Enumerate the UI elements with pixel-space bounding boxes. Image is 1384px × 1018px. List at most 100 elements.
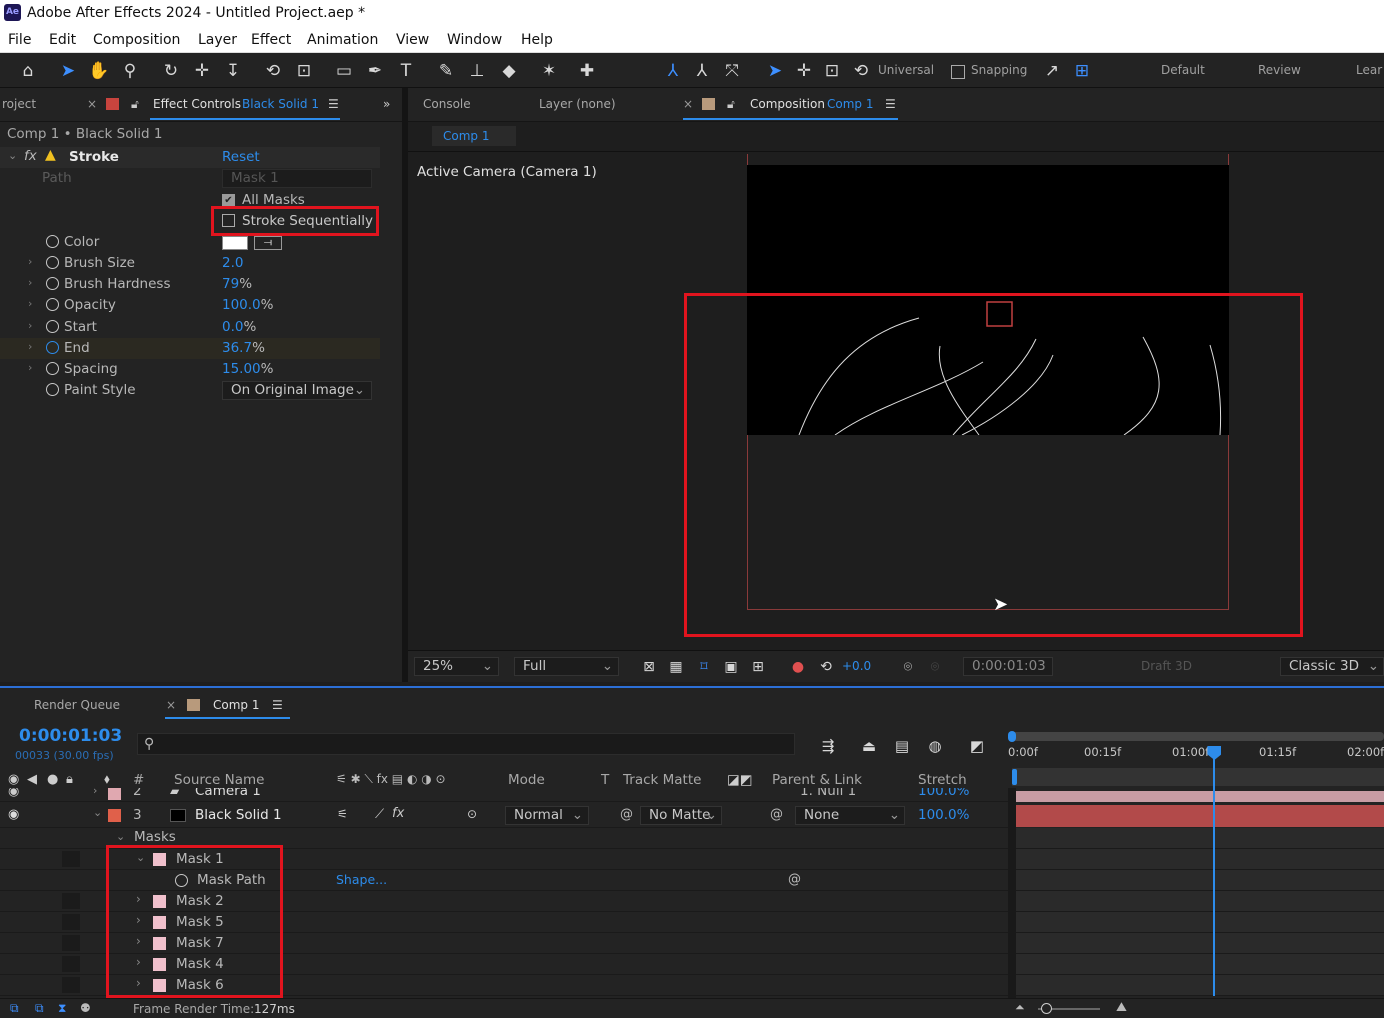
chevron-down-icon[interactable]: ⌄ xyxy=(8,149,17,162)
fx-icon[interactable]: fx xyxy=(24,148,37,164)
resolution-dropdown[interactable]: Full ⌄ xyxy=(514,657,619,676)
layer-stretch[interactable]: 100.0% xyxy=(918,788,969,799)
reset-exposure-icon[interactable]: ⟲ xyxy=(814,655,838,679)
show-snapshot-icon[interactable]: ⌾ xyxy=(923,655,947,679)
prop-value[interactable]: 0.0% xyxy=(222,319,256,335)
clone-stamp-icon[interactable]: ⊥ xyxy=(465,59,489,83)
tab-project[interactable]: roject xyxy=(2,97,36,111)
world-axis-icon[interactable]: ⅄ xyxy=(690,59,714,83)
chevron-right-icon[interactable]: › xyxy=(28,319,32,332)
workspace-review[interactable]: Review xyxy=(1258,63,1301,77)
snap-grid-icon[interactable]: ⊞ xyxy=(1070,59,1094,83)
type-tool-icon[interactable]: T xyxy=(394,59,418,83)
3d-move-icon[interactable]: ✛ xyxy=(792,59,816,83)
chevron-right-icon[interactable]: › xyxy=(28,361,32,374)
reset-link[interactable]: Reset xyxy=(222,149,260,165)
close-icon[interactable]: × xyxy=(166,698,176,712)
layer-name[interactable]: Camera 1 xyxy=(195,788,261,799)
quality-switch-icon[interactable]: ⟋ xyxy=(375,807,384,822)
time-ruler[interactable]: 0:00f 00:15f 01:00f 01:15f 02:00f xyxy=(1008,728,1384,788)
stopwatch-icon[interactable] xyxy=(46,235,59,248)
lock-icon[interactable]: 🔒︎ xyxy=(66,772,73,787)
menu-edit[interactable]: Edit xyxy=(49,32,76,48)
transfer-controls-icon[interactable]: ⧉ xyxy=(35,1001,44,1016)
transparency-grid-icon[interactable]: ▦ xyxy=(664,655,688,679)
prop-value[interactable]: 15.00% xyxy=(222,361,273,377)
zoom-tool-icon[interactable]: ⚲ xyxy=(118,59,142,83)
pan-behind-tool-icon[interactable]: ⊡ xyxy=(292,59,316,83)
lock-icon[interactable]: 🔓︎ xyxy=(131,97,139,112)
stopwatch-icon[interactable] xyxy=(46,277,59,290)
selection-tool-icon[interactable]: ➤ xyxy=(56,59,80,83)
panel-menu-icon[interactable]: ☰ xyxy=(272,698,283,712)
3d-layer-icon[interactable]: ⊙ xyxy=(467,807,477,821)
label-tag-icon[interactable]: ⬧ xyxy=(104,772,110,787)
zoom-slider-thumb[interactable] xyxy=(1041,1003,1052,1014)
close-icon[interactable]: × xyxy=(87,97,97,111)
shape-link[interactable]: Shape... xyxy=(336,872,387,887)
eraser-tool-icon[interactable]: ◆ xyxy=(497,59,521,83)
graph-editor-icon[interactable]: ◩ xyxy=(965,734,989,758)
panel-divider[interactable] xyxy=(402,88,408,682)
rectangle-tool-icon[interactable]: ▭ xyxy=(332,59,356,83)
layer-label-swatch[interactable] xyxy=(108,788,121,800)
3d-select-icon[interactable]: ➤ xyxy=(763,59,787,83)
motion-blur-icon[interactable]: ◍ xyxy=(923,734,947,758)
menu-help[interactable]: Help xyxy=(521,32,553,48)
tab-composition[interactable]: Composition xyxy=(750,97,825,111)
snapping-label[interactable]: Snapping xyxy=(971,63,1027,77)
workspace-learn[interactable]: Lear xyxy=(1356,63,1382,77)
local-axis-icon[interactable]: ⅄ xyxy=(661,59,685,83)
channels-icon[interactable]: ● xyxy=(786,655,810,679)
playhead[interactable] xyxy=(1207,746,1222,996)
chevron-right-icon[interactable]: › xyxy=(93,788,97,797)
snapshot-icon[interactable]: ⌾ xyxy=(896,655,920,679)
prop-value[interactable]: 2.0 xyxy=(222,255,243,271)
mask-visibility-icon[interactable]: ⌑ xyxy=(692,655,716,679)
layer-name[interactable]: Black Solid 1 xyxy=(195,807,282,823)
menu-view[interactable]: View xyxy=(396,32,429,48)
layer-parent[interactable]: 1. Null 1 xyxy=(800,788,856,799)
tab-comp-name[interactable]: Comp 1 xyxy=(827,97,873,111)
stopwatch-icon[interactable] xyxy=(46,320,59,333)
prop-number[interactable]: 2.0 xyxy=(222,255,243,271)
lock-slot[interactable] xyxy=(62,956,80,972)
3d-rotate-icon[interactable]: ⟲ xyxy=(849,59,873,83)
prop-value[interactable]: 100.0% xyxy=(222,297,273,313)
tab-effect-controls[interactable]: Effect Controls xyxy=(153,97,241,111)
tab-layer[interactable]: Layer (none) xyxy=(539,97,616,111)
universal-label[interactable]: Universal xyxy=(878,63,934,77)
chevron-down-icon[interactable]: ⌄ xyxy=(93,806,102,819)
chevron-right-icon[interactable]: › xyxy=(28,276,32,289)
pen-tool-icon[interactable]: ✒ xyxy=(363,59,387,83)
pan-camera-icon[interactable]: ✛ xyxy=(190,59,214,83)
expand-panels-icon[interactable]: » xyxy=(383,97,390,111)
exposure-value[interactable]: +0.0 xyxy=(842,659,871,673)
prop-number[interactable]: 15.00 xyxy=(222,361,261,377)
region-of-interest-icon[interactable]: ▣ xyxy=(719,655,743,679)
layer-label-swatch[interactable] xyxy=(108,809,121,822)
stopwatch-icon[interactable] xyxy=(46,298,59,311)
lock-icon[interactable]: 🔓︎ xyxy=(727,97,735,112)
snapping-checkbox[interactable] xyxy=(951,65,965,79)
chevron-right-icon[interactable]: › xyxy=(28,297,32,310)
hand-tool-icon[interactable]: ✋ xyxy=(87,59,111,83)
col-source-name[interactable]: Source Name xyxy=(174,772,265,788)
layer-row-camera[interactable]: ◉ › 2 ▰ Camera 1 1. Null 1 100.0% xyxy=(0,788,1008,802)
current-time-display[interactable]: 0:00:01:03 xyxy=(19,726,122,746)
grid-guides-icon[interactable]: ⊞ xyxy=(746,655,770,679)
parent-dropdown[interactable]: None ⌄ xyxy=(795,806,905,825)
menu-window[interactable]: Window xyxy=(447,32,502,48)
audio-icon[interactable]: ◀ xyxy=(27,772,37,787)
snap-options-icon[interactable]: ↗ xyxy=(1040,59,1064,83)
menu-effect[interactable]: Effect xyxy=(251,32,291,48)
color-swatch[interactable] xyxy=(222,236,248,250)
eyedropper-icon[interactable]: ⟞ xyxy=(254,236,282,250)
menu-file[interactable]: File xyxy=(8,32,31,48)
draft-3d-icon[interactable]: ⏏ xyxy=(857,734,881,758)
frame-blending-icon[interactable]: ▤ xyxy=(890,734,914,758)
work-area-start-handle[interactable] xyxy=(1008,731,1016,742)
home-icon[interactable]: ⌂ xyxy=(16,59,40,83)
view-axis-icon[interactable]: ⤧ xyxy=(720,59,744,83)
zoom-out-icon[interactable]: ⏶ xyxy=(1015,1000,1025,1015)
